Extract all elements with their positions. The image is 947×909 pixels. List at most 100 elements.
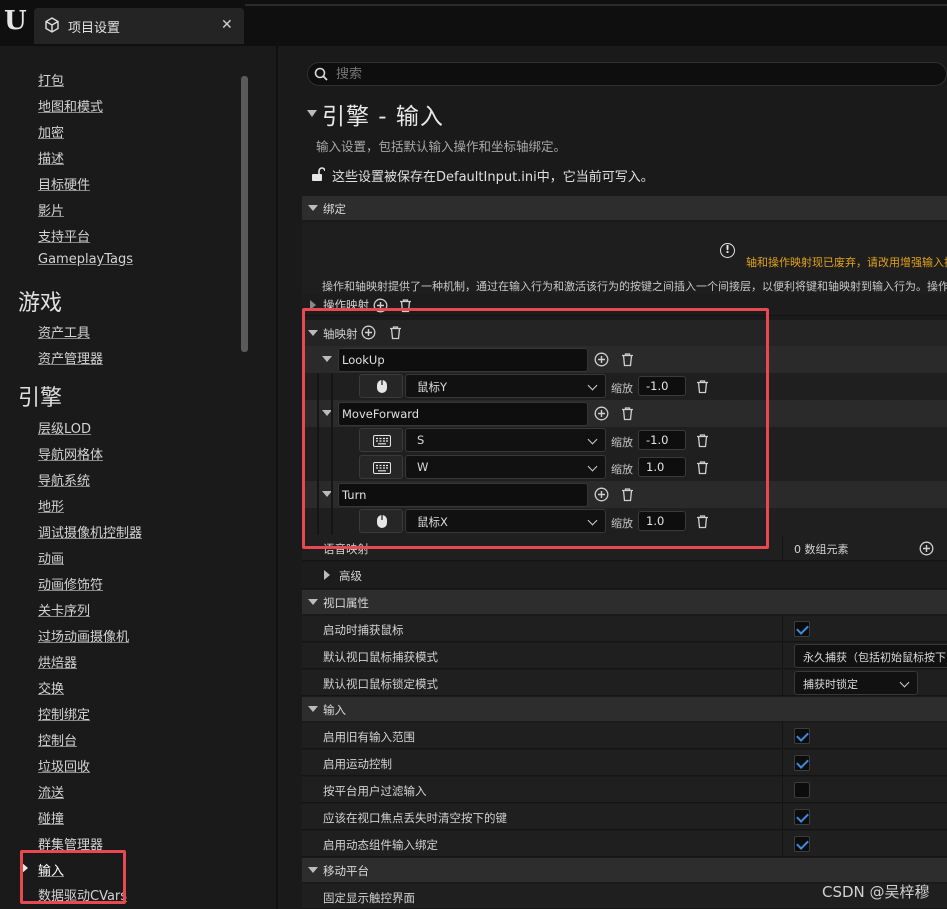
- input-setting-row: 应该在视口焦点丢失时清空按下的键: [302, 804, 947, 830]
- sidebar-item-collision[interactable]: 碰撞: [38, 808, 64, 827]
- sidebar-item-maps-modes[interactable]: 地图和模式: [38, 96, 103, 115]
- sidebar-item-streaming[interactable]: 流送: [38, 782, 64, 801]
- capture-mode-row: 默认视口鼠标捕获模式 永久捕获（包括初始鼠标按下: [302, 643, 947, 669]
- sidebar-item-debug-camera[interactable]: 调试摄像机控制器: [38, 522, 142, 541]
- search-box[interactable]: [307, 62, 947, 86]
- deprecation-warning: 轴和操作映射现已废弃，请改用增强输入插: [746, 256, 947, 269]
- input-setting-label: 应该在视口焦点丢失时清空按下的键: [323, 811, 507, 825]
- column-divider: [782, 750, 783, 776]
- sidebar-item-console[interactable]: 控制台: [38, 730, 77, 749]
- category-label: 视口属性: [323, 596, 369, 610]
- tab-project-settings[interactable]: 项目设置 ✕: [34, 8, 244, 44]
- category-bindings[interactable]: 绑定: [302, 196, 947, 221]
- sidebar-item-navmesh[interactable]: 导航网格体: [38, 444, 103, 463]
- search-icon: [314, 67, 328, 81]
- sidebar-item-nav-system[interactable]: 导航系统: [38, 470, 90, 489]
- sidebar-item-asset-tools[interactable]: 资产工具: [38, 322, 90, 341]
- add-icon[interactable]: [919, 541, 934, 556]
- column-divider: [782, 804, 783, 830]
- lock-mode-row: 默认视口鼠标锁定模式 捕获时锁定: [302, 670, 947, 696]
- lock-mode-label: 默认视口鼠标锁定模式: [323, 677, 438, 691]
- capture-mouse-checkbox[interactable]: [794, 621, 810, 637]
- column-divider: [782, 616, 783, 642]
- sidebar-item-movies[interactable]: 影片: [38, 200, 64, 219]
- sidebar-section-engine: 引擎: [18, 386, 63, 411]
- column-divider: [782, 777, 783, 803]
- highlight-box-input: [20, 850, 126, 904]
- project-settings-window: U 项目设置 ✕ 打包 地图和模式 加密 描述 目标硬件 影片 支持平台 Gam…: [0, 0, 947, 909]
- flush-keys-on-focus-loss-checkbox[interactable]: [794, 809, 810, 825]
- save-location-note: 这些设置被保存在DefaultInput.ini中，它当前可写入。: [332, 170, 654, 185]
- column-divider: [782, 535, 783, 561]
- sidebar-item-level-sequence[interactable]: 关卡序列: [38, 600, 90, 619]
- sidebar-item-description[interactable]: 描述: [38, 148, 64, 167]
- sidebar-scrollbar[interactable]: [241, 76, 248, 352]
- legacy-input-scales-checkbox[interactable]: [794, 728, 810, 744]
- sidebar-item-gameplaytags[interactable]: GameplayTags: [38, 252, 133, 267]
- column-divider: [782, 643, 783, 669]
- sidebar-section-game: 游戏: [18, 291, 63, 316]
- sidebar-item-crypto[interactable]: 加密: [38, 122, 64, 141]
- tab-title: 项目设置: [68, 21, 121, 36]
- input-setting-row: 启用旧有输入范围: [302, 723, 947, 749]
- capture-mouse-row: 启动时捕获鼠标: [302, 616, 947, 642]
- category-input[interactable]: 输入: [302, 697, 947, 722]
- collapse-caret-icon[interactable]: [308, 205, 318, 211]
- unlocked-icon: [312, 167, 325, 181]
- collapse-caret-icon[interactable]: [307, 110, 317, 117]
- input-setting-label: 启用动态组件输入绑定: [323, 838, 438, 852]
- sidebar-item-anim-modifiers[interactable]: 动画修饰符: [38, 574, 103, 593]
- category-mobile[interactable]: 移动平台: [302, 858, 947, 883]
- collapse-caret-icon[interactable]: [308, 706, 318, 712]
- input-setting-label: 启用运动控制: [323, 757, 392, 771]
- sidebar-item-supported-platforms[interactable]: 支持平台: [38, 226, 90, 245]
- bindings-description: 操作和轴映射提供了一种机制，通过在输入行为和激活该行为的按键之间插入一个间接层，…: [322, 280, 947, 293]
- close-icon[interactable]: ✕: [221, 17, 233, 33]
- input-setting-label: 按平台用户过滤输入: [323, 784, 427, 798]
- collapse-caret-icon[interactable]: [308, 599, 318, 605]
- capture-mouse-label: 启动时捕获鼠标: [323, 623, 404, 637]
- filter-by-platform-user-checkbox[interactable]: [794, 782, 810, 798]
- advanced-label: 高级: [339, 569, 362, 583]
- sidebar-item-control-rig[interactable]: 控制绑定: [38, 704, 90, 723]
- speech-mappings-count: 0 数组元素: [794, 543, 849, 556]
- category-label: 移动平台: [323, 864, 369, 878]
- column-divider: [782, 723, 783, 749]
- sidebar-item-target-hardware[interactable]: 目标硬件: [38, 174, 90, 193]
- page-title: 引擎 - 输入: [322, 104, 444, 130]
- watermark: CSDN @吴梓穆: [822, 883, 930, 901]
- highlight-box-axis-mappings: [302, 308, 769, 549]
- page-subtitle: 输入设置，包括默认输入操作和坐标轴绑定。: [316, 139, 567, 154]
- input-setting-label: 启用旧有输入范围: [323, 730, 415, 744]
- sidebar-item-garbage-collection[interactable]: 垃圾回收: [38, 756, 90, 775]
- capture-mode-value: 永久捕获（包括初始鼠标按下: [803, 651, 946, 664]
- column-divider: [782, 831, 783, 857]
- category-label: 输入: [323, 703, 346, 717]
- input-setting-row: 按平台用户过滤输入: [302, 777, 947, 803]
- search-input[interactable]: [336, 66, 896, 83]
- expand-caret-icon[interactable]: [324, 570, 330, 580]
- capture-mode-dropdown[interactable]: 永久捕获（包括初始鼠标按下: [794, 644, 947, 668]
- lock-mode-dropdown[interactable]: 捕获时锁定: [794, 671, 918, 695]
- capture-mode-label: 默认视口鼠标捕获模式: [323, 650, 438, 664]
- input-setting-row: 启用动态组件输入绑定: [302, 831, 947, 857]
- collapse-caret-icon[interactable]: [308, 867, 318, 873]
- dynamic-component-input-checkbox[interactable]: [794, 836, 810, 852]
- sidebar-item-packaging[interactable]: 打包: [38, 70, 64, 89]
- mobile-setting-label: 固定显示触控界面: [323, 891, 415, 905]
- sidebar-item-hlod[interactable]: 层级LOD: [38, 418, 91, 437]
- lock-mode-value: 捕获时锁定: [803, 678, 858, 691]
- column-divider: [782, 670, 783, 696]
- sidebar-item-cine-camera[interactable]: 过场动画摄像机: [38, 626, 129, 645]
- sidebar-item-asset-manager[interactable]: 资产管理器: [38, 348, 103, 367]
- sidebar-item-interchange[interactable]: 交换: [38, 678, 64, 697]
- settings-cube-icon: [45, 17, 59, 33]
- sidebar-item-cooker[interactable]: 烘焙器: [38, 652, 77, 671]
- category-viewport[interactable]: 视口属性: [302, 590, 947, 615]
- advanced-row[interactable]: 高级: [302, 562, 947, 589]
- motion-controls-checkbox[interactable]: [794, 755, 810, 771]
- sidebar-item-animation[interactable]: 动画: [38, 548, 64, 567]
- chevron-down-icon: [899, 677, 910, 688]
- unreal-logo-icon[interactable]: U: [4, 6, 30, 36]
- sidebar-item-landscape[interactable]: 地形: [38, 496, 64, 515]
